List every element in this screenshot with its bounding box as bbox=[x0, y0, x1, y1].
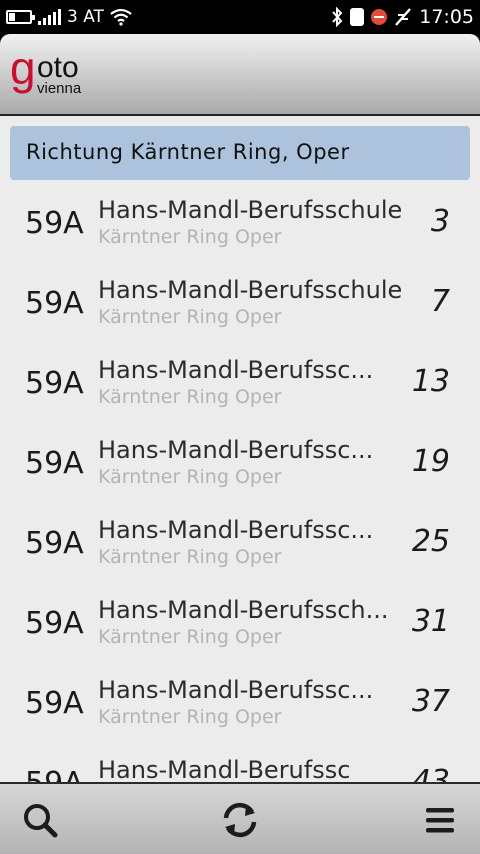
refresh-button[interactable] bbox=[216, 796, 264, 844]
line-number: 59A bbox=[25, 446, 84, 481]
app-logo: g oto vienna bbox=[10, 45, 81, 98]
bottom-toolbar bbox=[0, 782, 480, 854]
dnd-icon bbox=[371, 9, 388, 25]
menu-button[interactable] bbox=[416, 796, 464, 844]
departure-row[interactable]: 59A Hans-Mandl-Berufsschule Kärntner Rin… bbox=[0, 196, 480, 276]
stop-name: Hans-Mandl-Berufsschule bbox=[98, 196, 403, 224]
line-number: 59A bbox=[25, 366, 84, 401]
destination: Kärntner Ring Oper bbox=[98, 626, 282, 648]
minutes: 3 bbox=[430, 204, 450, 239]
destination: Kärntner Ring Oper bbox=[98, 546, 282, 568]
departure-row[interactable]: 59A Hans-Mandl-Berufssc... Kärntner Ring… bbox=[0, 356, 480, 436]
carrier-label: 3 AT bbox=[67, 7, 104, 27]
search-icon bbox=[24, 804, 58, 838]
departure-row[interactable]: 59A Hans-Mandl-Berufssc... Kärntner Ring… bbox=[0, 676, 480, 756]
direction-label: Richtung Kärntner Ring, Oper bbox=[26, 140, 350, 164]
minutes: 13 bbox=[411, 364, 450, 399]
destination: Kärntner Ring Oper bbox=[98, 386, 282, 408]
departure-row[interactable]: 59A Hans-Mandl-Berufssc... Kärntner Ring… bbox=[0, 436, 480, 516]
status-bar: 3 AT 17:05 bbox=[0, 0, 480, 34]
minutes: 37 bbox=[411, 684, 450, 719]
direction-header[interactable]: Richtung Kärntner Ring, Oper bbox=[10, 126, 470, 180]
stop-name: Hans-Mandl-Berufssc bbox=[98, 756, 351, 782]
departure-list[interactable]: Richtung Kärntner Ring, Oper 59A Hans-Ma… bbox=[0, 116, 480, 782]
line-number: 59A bbox=[25, 686, 84, 721]
battery-icon bbox=[6, 10, 35, 24]
stop-name: Hans-Mandl-Berufssch... bbox=[98, 596, 389, 624]
logo-letter: g bbox=[10, 42, 36, 94]
stop-name: Hans-Mandl-Berufssc... bbox=[98, 516, 374, 544]
menu-icon bbox=[426, 808, 454, 833]
bluetooth-icon bbox=[332, 7, 343, 27]
line-number: 59A bbox=[25, 766, 84, 782]
minutes: 7 bbox=[430, 284, 450, 319]
departure-row[interactable]: 59A Hans-Mandl-Berufssch... Kärntner Rin… bbox=[0, 596, 480, 676]
logo-subtitle: vienna bbox=[37, 80, 82, 97]
stop-name: Hans-Mandl-Berufsschule bbox=[98, 276, 403, 304]
line-number: 59A bbox=[25, 526, 84, 561]
search-button[interactable] bbox=[16, 796, 64, 844]
phone-icon bbox=[350, 8, 365, 26]
destination: Kärntner Ring Oper bbox=[98, 466, 282, 488]
destination: Kärntner Ring Oper bbox=[98, 706, 282, 728]
signal-icon bbox=[38, 9, 61, 25]
destination: Kärntner Ring Oper bbox=[98, 306, 282, 328]
minutes: 25 bbox=[411, 524, 450, 559]
stop-name: Hans-Mandl-Berufssc... bbox=[98, 356, 374, 384]
line-number: 59A bbox=[25, 606, 84, 641]
refresh-icon bbox=[223, 802, 257, 838]
line-number: 59A bbox=[25, 206, 84, 241]
minutes: 19 bbox=[411, 444, 450, 479]
departure-row[interactable]: 59A Hans-Mandl-Berufssc... Kärntner Ring… bbox=[0, 516, 480, 596]
clock: 17:05 bbox=[419, 6, 474, 28]
line-number: 59A bbox=[25, 286, 84, 321]
destination: Kärntner Ring Oper bbox=[98, 226, 282, 248]
wifi-icon bbox=[110, 8, 132, 26]
departure-row[interactable]: 59A Hans-Mandl-Berufssc 43 bbox=[0, 756, 480, 782]
departure-row[interactable]: 59A Hans-Mandl-Berufsschule Kärntner Rin… bbox=[0, 276, 480, 356]
stop-name: Hans-Mandl-Berufssc... bbox=[98, 436, 374, 464]
minutes: 31 bbox=[411, 604, 450, 639]
minutes: 43 bbox=[411, 764, 450, 782]
stop-name: Hans-Mandl-Berufssc... bbox=[98, 676, 374, 704]
charging-icon bbox=[395, 8, 412, 26]
